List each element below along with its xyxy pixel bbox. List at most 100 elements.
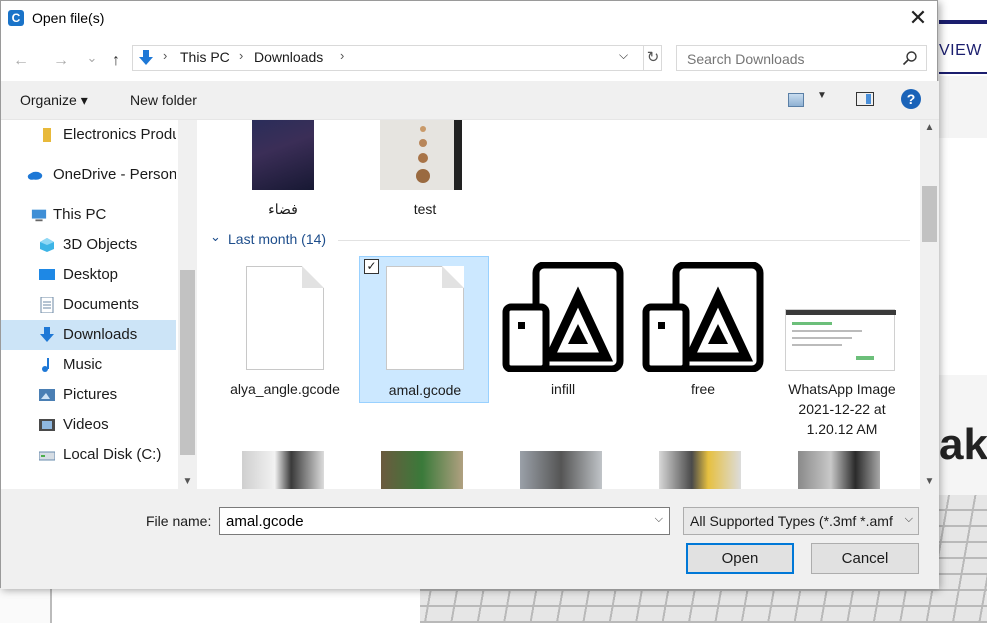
group-header-last-month[interactable]: Last month (14) <box>228 231 326 247</box>
search-icon[interactable] <box>902 50 918 66</box>
dialog-title: Open file(s) <box>32 10 105 26</box>
file-name-dropdown-icon[interactable]: ⌵ <box>655 513 663 526</box>
view-dropdown-icon[interactable]: ▼ <box>817 90 827 101</box>
sidebar-item-this-pc[interactable]: This PC <box>1 200 176 230</box>
preview-pane-icon[interactable] <box>856 92 874 106</box>
breadcrumb-downloads[interactable]: Downloads <box>254 49 323 65</box>
sidebar-scroll-thumb[interactable] <box>180 270 195 455</box>
close-button[interactable]: ✕ <box>901 4 935 32</box>
breadcrumb-separator[interactable]: › <box>239 48 243 63</box>
sidebar-item-desktop[interactable]: Desktop <box>1 260 176 290</box>
sidebar-item-local-disk[interactable]: Local Disk (C:) <box>1 440 176 470</box>
back-arrow-icon[interactable]: ← <box>8 44 34 78</box>
sidebar-item-label: Local Disk (C:) <box>63 446 162 463</box>
file-name-line: WhatsApp Image <box>788 381 896 397</box>
image-thumbnail <box>380 120 462 190</box>
file-tile-space[interactable]: فضاء <box>218 120 348 220</box>
sidebar-scrollbar[interactable]: ▼ <box>178 120 197 489</box>
background-divider <box>939 72 987 74</box>
dialog-footer: File name: ⌵ All Supported Types (*.3mf … <box>1 489 939 589</box>
file-tile-infill[interactable]: infill <box>498 257 628 403</box>
sidebar-item-label: Electronics Produ <box>63 126 176 143</box>
file-tile-whatsapp-image[interactable]: WhatsApp Image 2021-12-22 at 1.20.12 AM <box>777 257 907 443</box>
breadcrumb-this-pc[interactable]: This PC <box>180 49 230 65</box>
file-name: test <box>413 201 437 217</box>
sidebar-item-label: Documents <box>63 296 139 313</box>
group-collapse-chevron-icon[interactable]: ⌄ <box>210 229 221 245</box>
open-file-dialog: C Open file(s) ✕ ← → ⌄ ↑ › This PC › Dow… <box>0 0 939 589</box>
downloads-icon <box>40 327 54 342</box>
file-tile-test[interactable]: test <box>360 120 490 220</box>
background-logo-text: ake <box>939 420 987 469</box>
sidebar-item-pictures[interactable]: Pictures <box>1 380 176 410</box>
sidebar-item-label: This PC <box>53 206 107 223</box>
organize-button[interactable]: Organize ▾ <box>20 92 88 109</box>
sidebar-item-label: Pictures <box>63 386 118 403</box>
file-name-combobox[interactable]: ⌵ <box>219 507 670 535</box>
group-header-divider <box>338 240 910 241</box>
file-tile-amal-gcode[interactable]: ✓ amal.gcode <box>359 256 489 403</box>
3d-objects-icon <box>40 238 54 252</box>
refresh-icon[interactable]: ↻ <box>643 46 662 70</box>
recent-locations-chevron-icon[interactable]: ⌄ <box>79 41 105 75</box>
pictures-icon <box>39 389 55 401</box>
app-document-icon <box>642 262 764 372</box>
address-dropdown-icon[interactable]: ⌵ <box>619 48 628 63</box>
sidebar-item-onedrive[interactable]: OneDrive - Persona <box>1 160 176 190</box>
file-name: alya_angle.gcode <box>230 381 340 397</box>
file-name-input[interactable] <box>224 512 648 531</box>
navigation-pane: Electronics Produ OneDrive - Persona Thi… <box>1 120 197 489</box>
videos-icon <box>39 419 55 431</box>
app-icon: C <box>8 10 24 26</box>
image-thumbnail[interactable] <box>381 451 463 489</box>
image-thumbnail[interactable] <box>520 451 602 489</box>
image-thumbnail[interactable] <box>242 451 324 489</box>
sidebar-item-electronics[interactable]: Electronics Produ <box>1 120 176 150</box>
file-list: فضاء test ⌄ Last month (14) alya_angle.g… <box>198 120 920 489</box>
title-bar: C Open file(s) ✕ <box>1 1 939 35</box>
sidebar-item-label: Desktop <box>63 266 119 283</box>
file-tile-free[interactable]: free <box>638 257 768 403</box>
up-arrow-icon[interactable]: ↑ <box>103 44 129 78</box>
image-thumbnail[interactable] <box>798 451 880 489</box>
gcode-file-icon <box>386 266 464 370</box>
help-icon[interactable]: ? <box>901 89 921 109</box>
screenshot-thumbnail <box>785 309 896 371</box>
open-button[interactable]: Open <box>686 543 794 574</box>
image-thumbnail[interactable] <box>659 451 741 489</box>
address-bar[interactable]: › This PC › Downloads › ⌵ ↻ <box>132 45 662 71</box>
forward-arrow-icon[interactable]: → <box>48 44 74 78</box>
documents-icon <box>40 297 54 313</box>
file-list-scrollbar[interactable]: ▲ ▼ <box>920 120 939 489</box>
sidebar-item-label: Downloads <box>63 326 138 343</box>
background-left-divider <box>50 588 52 623</box>
search-box[interactable] <box>676 45 927 71</box>
selection-checkbox[interactable]: ✓ <box>364 259 379 274</box>
scroll-up-icon[interactable]: ▲ <box>920 122 939 133</box>
background-view-tab[interactable]: VIEW <box>939 42 982 60</box>
file-tile-alya-angle[interactable]: alya_angle.gcode <box>220 257 350 403</box>
sidebar-item-documents[interactable]: Documents <box>1 290 176 320</box>
scroll-down-icon[interactable]: ▼ <box>178 476 197 487</box>
search-input[interactable] <box>685 49 899 69</box>
new-folder-button[interactable]: New folder <box>130 92 197 108</box>
sidebar-item-3d-objects[interactable]: 3D Objects <box>1 230 176 260</box>
music-icon <box>42 358 49 372</box>
file-type-dropdown-icon[interactable]: ⌵ <box>905 513 913 526</box>
change-view-icon[interactable] <box>788 93 804 107</box>
breadcrumb-separator[interactable]: › <box>163 48 167 63</box>
file-name: فضاء <box>268 201 298 217</box>
background-header-bar <box>939 20 987 24</box>
sidebar-item-label: OneDrive - Persona <box>53 166 176 183</box>
sidebar-item-music[interactable]: Music <box>1 350 176 380</box>
app-document-icon <box>502 262 624 372</box>
file-type-select[interactable]: All Supported Types (*.3mf *.amf ⌵ <box>683 507 919 535</box>
cancel-button[interactable]: Cancel <box>811 543 919 574</box>
file-list-scroll-thumb[interactable] <box>922 186 937 242</box>
sidebar-item-label: Videos <box>63 416 109 433</box>
scroll-down-icon[interactable]: ▼ <box>920 476 939 487</box>
sidebar-item-downloads[interactable]: Downloads <box>1 320 176 350</box>
folder-icon <box>43 128 51 142</box>
breadcrumb-separator[interactable]: › <box>340 48 344 63</box>
sidebar-item-videos[interactable]: Videos <box>1 410 176 440</box>
